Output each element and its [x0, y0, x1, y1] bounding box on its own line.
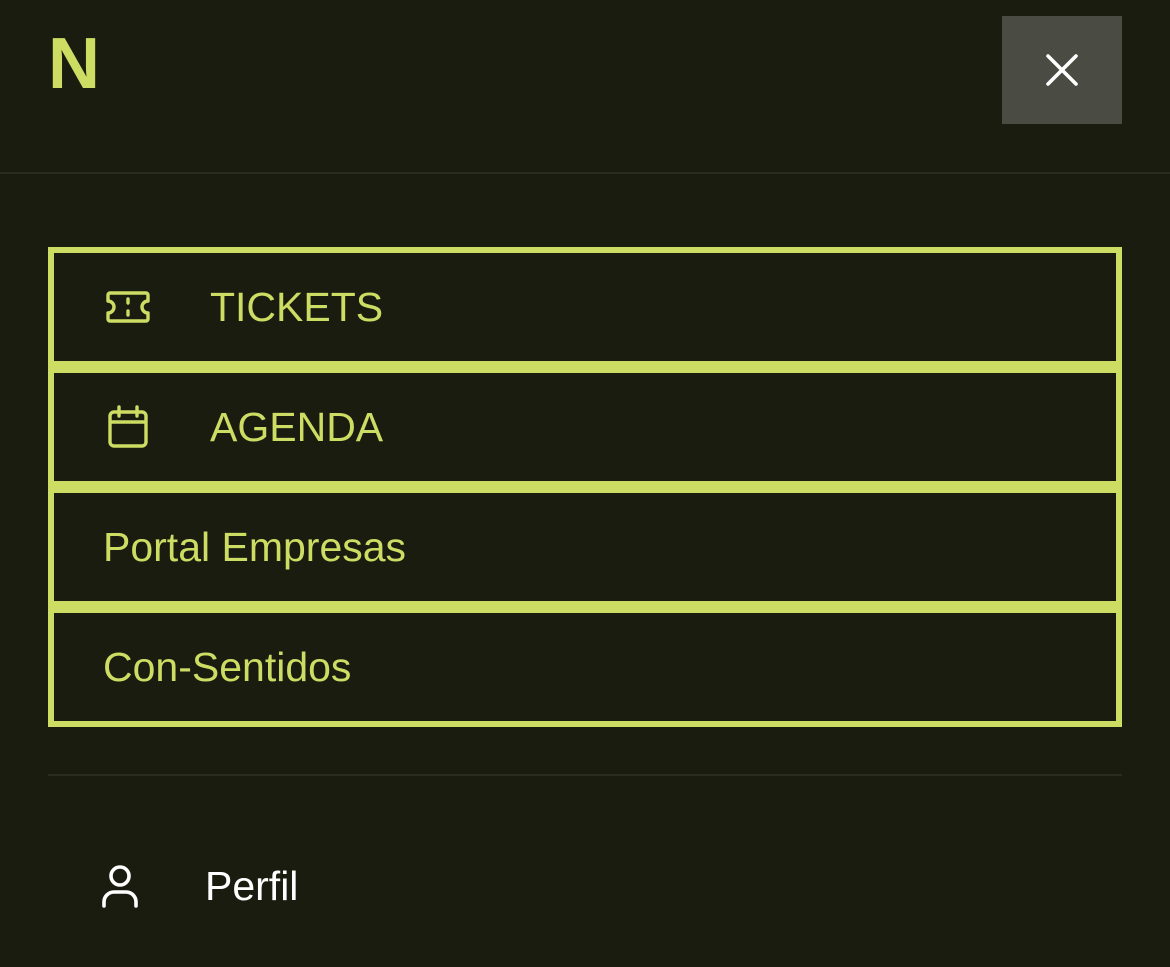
- user-icon: [98, 862, 142, 910]
- calendar-icon: [104, 403, 152, 451]
- close-button[interactable]: [1002, 16, 1122, 124]
- menu-header: N: [0, 0, 1170, 174]
- ticket-icon: [104, 283, 152, 331]
- menu-item-label: AGENDA: [210, 403, 384, 450]
- menu-item-portal-empresas[interactable]: Portal Empresas: [48, 487, 1122, 607]
- profile-label: Perfil: [205, 862, 299, 909]
- logo[interactable]: N: [48, 28, 100, 100]
- menu-divider: [48, 774, 1122, 776]
- mobile-menu: N TICKETS AGENDA Portal Empresas Con-Sen…: [0, 0, 1170, 967]
- menu-item-tickets[interactable]: TICKETS: [48, 247, 1122, 367]
- menu-item-agenda[interactable]: AGENDA: [48, 367, 1122, 487]
- menu-item-label: Portal Empresas: [103, 523, 407, 570]
- menu-item-label: Con-Sentidos: [103, 643, 352, 690]
- menu-item-con-sentidos[interactable]: Con-Sentidos: [48, 607, 1122, 727]
- menu-item-label: TICKETS: [210, 283, 384, 330]
- close-icon: [1045, 53, 1079, 87]
- main-menu: TICKETS AGENDA Portal Empresas Con-Senti…: [48, 247, 1122, 727]
- profile-link[interactable]: Perfil: [98, 850, 498, 922]
